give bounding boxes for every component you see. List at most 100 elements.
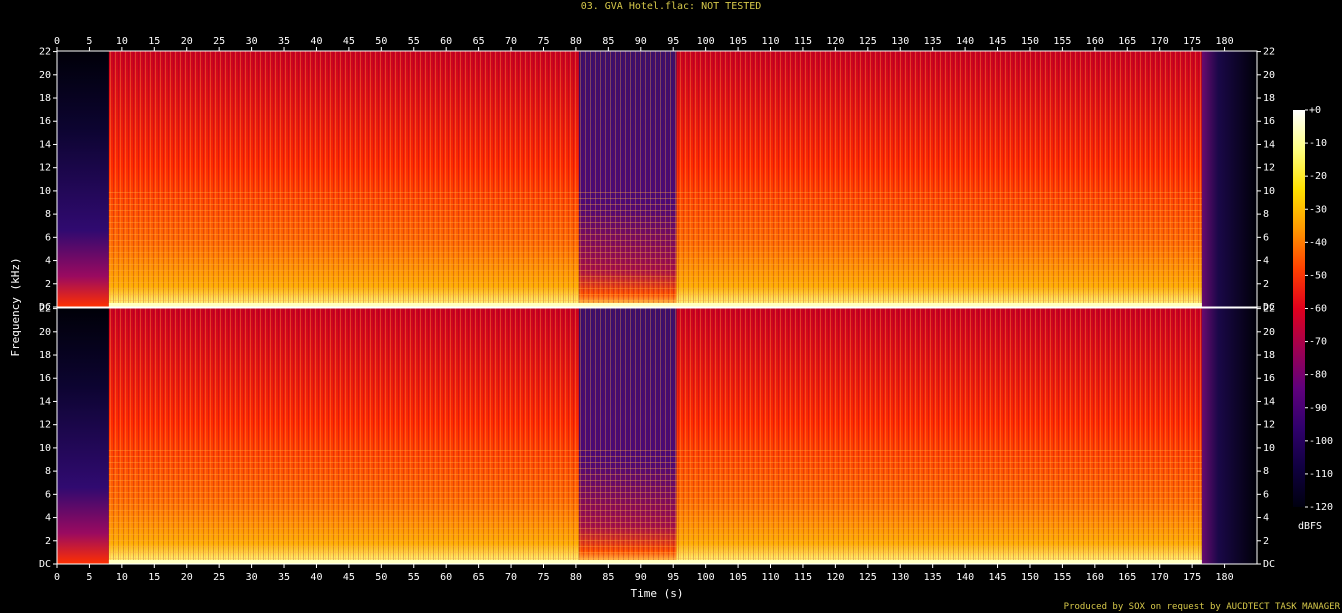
x-tick-label: 5 — [86, 572, 92, 583]
x-tick-label: 125 — [859, 572, 877, 583]
y-tick-label: 8 — [45, 466, 51, 477]
y-tick-label: 20 — [39, 70, 51, 81]
y-tick-label: DC — [1263, 559, 1275, 570]
x-tick-label: 135 — [924, 572, 942, 583]
x-tick-label: 75 — [537, 36, 549, 47]
y-tick-label: 22 — [1263, 47, 1275, 58]
y-tick-label: 10 — [1263, 443, 1275, 454]
colorbar-tick-label: -40 — [1309, 237, 1327, 248]
x-tick-label: 75 — [537, 572, 549, 583]
y-tick-label: 20 — [1263, 327, 1275, 338]
x-tick-label: 80 — [570, 36, 582, 47]
x-tick-label: 50 — [375, 36, 387, 47]
x-tick-label: 5 — [86, 36, 92, 47]
colorbar-tick-label: -50 — [1309, 270, 1327, 281]
x-tick-label: 30 — [246, 572, 258, 583]
spectrogram-panels — [56, 50, 1258, 565]
x-tick-label: 15 — [148, 36, 160, 47]
y-tick-label: 12 — [1263, 163, 1275, 174]
x-tick-label: 145 — [989, 572, 1007, 583]
y-tick-label: 14 — [39, 139, 51, 150]
segment-harmonics — [108, 191, 580, 307]
x-tick-label: 25 — [213, 572, 225, 583]
y-tick-label: 4 — [1263, 256, 1269, 267]
colorbar-tick-label: -110 — [1309, 469, 1333, 480]
y-tick-label: 4 — [45, 513, 51, 524]
x-tick-label: 35 — [278, 572, 290, 583]
x-tick-label: 130 — [891, 36, 909, 47]
y-tick-label: 22 — [1263, 304, 1275, 315]
y-tick-label: 22 — [39, 47, 51, 58]
segment-harmonics — [676, 191, 1202, 307]
x-tick-label: 135 — [924, 36, 942, 47]
y-tick-label: 2 — [1263, 536, 1269, 547]
x-tick-label: 70 — [505, 572, 517, 583]
x-tick-label: 155 — [1053, 36, 1071, 47]
x-tick-label: 110 — [761, 36, 779, 47]
x-tick-label: 140 — [956, 572, 974, 583]
x-tick-label: 10 — [116, 36, 128, 47]
x-axis-title: Time (s) — [631, 587, 684, 600]
x-tick-label: 170 — [1151, 36, 1169, 47]
x-tick-label: 55 — [408, 36, 420, 47]
y-tick-label: 12 — [39, 420, 51, 431]
x-tick-label: 60 — [440, 36, 452, 47]
x-tick-label: 115 — [794, 36, 812, 47]
y-tick-label: 14 — [1263, 396, 1275, 407]
colorbar-tick-label: -70 — [1309, 337, 1327, 348]
x-tick-label: 20 — [181, 572, 193, 583]
segment-harmonics — [579, 448, 677, 564]
x-tick-label: 40 — [310, 36, 322, 47]
segment-fade — [1201, 51, 1257, 307]
y-tick-label: 2 — [1263, 279, 1269, 290]
y-tick-label: 16 — [39, 373, 51, 384]
x-tick-label: 65 — [473, 36, 485, 47]
y-tick-label: 10 — [39, 186, 51, 197]
x-tick-label: 155 — [1053, 572, 1071, 583]
x-tick-label: 95 — [667, 36, 679, 47]
y-tick-label: 16 — [39, 116, 51, 127]
footer-credit: Produced by SOX on request by AUCDTECT T… — [1063, 602, 1340, 612]
x-tick-label: 170 — [1151, 572, 1169, 583]
y-tick-label: 18 — [1263, 93, 1275, 104]
y-tick-label: 6 — [45, 232, 51, 243]
x-tick-label: 150 — [1021, 36, 1039, 47]
y-tick-label: 6 — [45, 489, 51, 500]
y-tick-label: 16 — [1263, 116, 1275, 127]
x-tick-label: 20 — [181, 36, 193, 47]
y-tick-label: 16 — [1263, 373, 1275, 384]
colorbar-tick-label: -90 — [1309, 403, 1327, 414]
x-tick-label: 175 — [1183, 36, 1201, 47]
x-tick-label: 10 — [116, 572, 128, 583]
x-tick-label: 85 — [602, 572, 614, 583]
y-tick-label: 8 — [45, 209, 51, 220]
x-tick-label: 100 — [697, 572, 715, 583]
x-tick-label: 65 — [473, 572, 485, 583]
colorbar-tick-label: +0 — [1309, 105, 1321, 116]
x-tick-label: 70 — [505, 36, 517, 47]
x-tick-label: 140 — [956, 36, 974, 47]
x-tick-label: 45 — [343, 36, 355, 47]
segment-quiet — [57, 308, 109, 564]
x-tick-label: 35 — [278, 36, 290, 47]
x-tick-label: 55 — [408, 572, 420, 583]
colorbar-tick-label: -30 — [1309, 204, 1327, 215]
x-tick-label: 180 — [1216, 36, 1234, 47]
x-tick-label: 0 — [54, 36, 60, 47]
x-tick-label: 175 — [1183, 572, 1201, 583]
x-tick-label: 165 — [1118, 36, 1136, 47]
x-tick-label: 95 — [667, 572, 679, 583]
x-tick-label: 80 — [570, 572, 582, 583]
colorbar-tick-label: -100 — [1309, 436, 1333, 447]
x-tick-label: 110 — [761, 572, 779, 583]
x-tick-label: 105 — [729, 572, 747, 583]
x-tick-label: 100 — [697, 36, 715, 47]
x-tick-label: 125 — [859, 36, 877, 47]
y-tick-label: 18 — [39, 93, 51, 104]
x-tick-label: 160 — [1086, 572, 1104, 583]
colorbar-tick-label: -10 — [1309, 138, 1327, 149]
x-tick-label: 0 — [54, 572, 60, 583]
colorbar-label: dBFS — [1298, 521, 1322, 532]
x-tick-label: 130 — [891, 572, 909, 583]
x-tick-label: 160 — [1086, 36, 1104, 47]
